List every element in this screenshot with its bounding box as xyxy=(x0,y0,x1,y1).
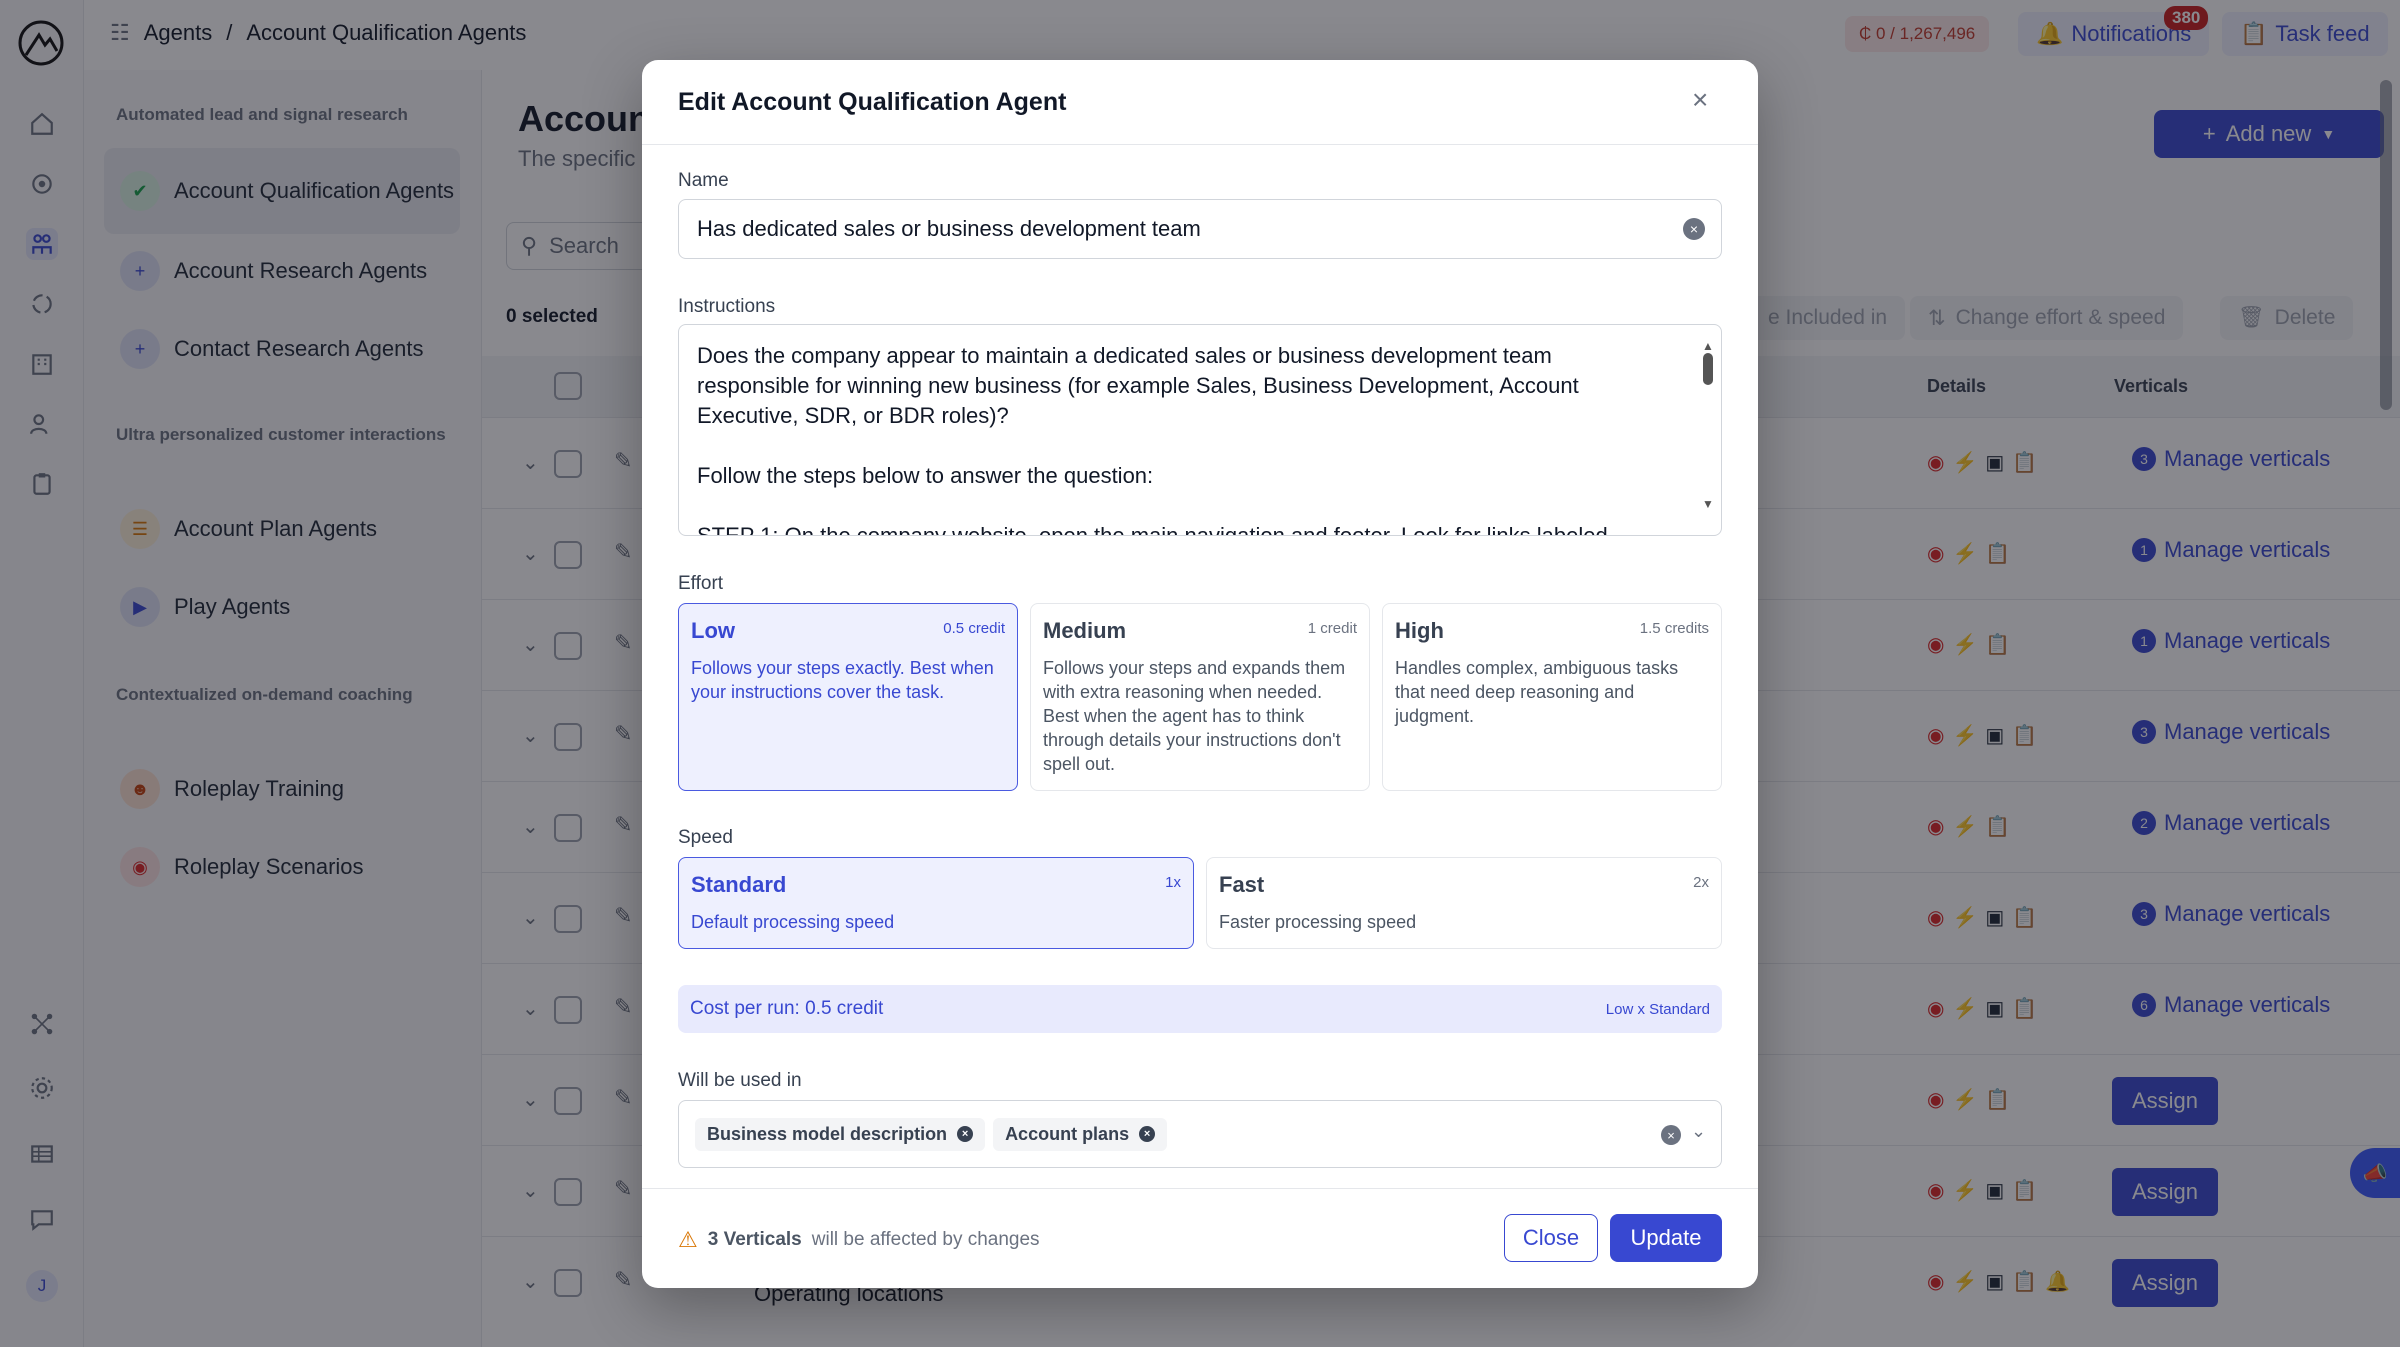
edit-agent-dialog: Edit Account Qualification Agent × Name … xyxy=(642,60,1758,1288)
name-field[interactable]: Has dedicated sales or business developm… xyxy=(678,199,1722,259)
dialog-header: Edit Account Qualification Agent × xyxy=(642,60,1758,145)
effort-label: Effort xyxy=(678,573,724,594)
warning-text: will be affected by changes xyxy=(811,1229,1040,1250)
scroll-down-icon[interactable]: ▼ xyxy=(1702,489,1714,519)
effort-desc: Follows your steps exactly. Best when yo… xyxy=(691,658,994,702)
scroll-thumb[interactable] xyxy=(1703,353,1713,385)
name-value: Has dedicated sales or business developm… xyxy=(697,216,1201,241)
close-button[interactable]: Close xyxy=(1504,1214,1598,1262)
used-in-chip: Account plans × xyxy=(993,1117,1168,1151)
instructions-line: responsible for winning new business (fo… xyxy=(697,373,1579,398)
name-label: Name xyxy=(678,170,729,191)
effort-desc: Follows your steps and expands them with… xyxy=(1043,658,1346,774)
warning-icon: ⚠ xyxy=(678,1227,698,1252)
dialog-title: Edit Account Qualification Agent xyxy=(678,88,1067,116)
effort-option-medium[interactable]: Medium 1 credit Follows your steps and e… xyxy=(1030,603,1370,791)
instructions-textarea[interactable]: Does the company appear to maintain a de… xyxy=(678,324,1722,536)
chip-label: Account plans xyxy=(1005,1123,1130,1144)
effort-desc: Handles complex, ambiguous tasks that ne… xyxy=(1395,658,1679,726)
clear-all-icon[interactable]: × xyxy=(1661,1125,1681,1145)
speed-label: Speed xyxy=(678,827,733,848)
instructions-label: Instructions xyxy=(678,296,776,317)
clear-icon[interactable]: × xyxy=(1683,218,1705,240)
speed-desc: Faster processing speed xyxy=(1219,912,1417,932)
dialog-footer: ⚠ 3 Verticals will be affected by change… xyxy=(642,1188,1758,1288)
used-in-select[interactable]: Business model description × Account plan… xyxy=(678,1100,1722,1168)
instructions-line: Does the company appear to maintain a de… xyxy=(697,343,1552,368)
instructions-line: Executive, SDR, or BDR roles)? xyxy=(697,403,1009,428)
instructions-line: STEP 1: On the company website, open the… xyxy=(697,523,1608,536)
speed-title: Standard xyxy=(691,872,787,897)
chip-label: Business model description xyxy=(707,1123,948,1144)
cost-per-run-banner: Cost per run: 0.5 credit Low x Standard xyxy=(678,985,1722,1033)
effort-option-high[interactable]: High 1.5 credits Handles complex, ambigu… xyxy=(1382,603,1722,791)
used-in-chip: Business model description × xyxy=(695,1117,986,1151)
speed-option-fast[interactable]: Fast 2x Faster processing speed xyxy=(1206,857,1722,949)
effort-cost: 0.5 credit xyxy=(943,620,1005,637)
cost-formula: Low x Standard xyxy=(1605,1000,1710,1018)
speed-title: Fast xyxy=(1219,872,1265,897)
speed-mult: 2x xyxy=(1693,874,1709,891)
cost-text: Cost per run: 0.5 credit xyxy=(690,998,884,1019)
effort-cost: 1.5 credits xyxy=(1639,620,1709,637)
textarea-scrollbar[interactable]: ▲ ▼ xyxy=(1701,331,1715,519)
app-root: J ☷ Agents / Account Qualification Agent… xyxy=(0,0,2400,1347)
used-in-label: Will be used in xyxy=(678,1070,802,1091)
speed-mult: 1x xyxy=(1165,874,1181,891)
remove-chip-icon[interactable]: × xyxy=(957,1126,974,1142)
effort-option-low[interactable]: Low 0.5 credit Follows your steps exactl… xyxy=(678,603,1018,791)
chevron-down-icon[interactable]: ⌄ xyxy=(1691,1121,1706,1142)
warning-bold: 3 Verticals xyxy=(707,1229,802,1250)
speed-desc: Default processing speed xyxy=(691,912,895,932)
effort-cost: 1 credit xyxy=(1307,620,1357,637)
update-button[interactable]: Update xyxy=(1610,1214,1722,1262)
close-icon[interactable]: × xyxy=(1692,84,1708,116)
instructions-line: Follow the steps below to answer the que… xyxy=(697,463,1154,488)
remove-chip-icon[interactable]: × xyxy=(1139,1126,1156,1142)
speed-option-standard[interactable]: Standard 1x Default processing speed xyxy=(678,857,1194,949)
warning-message: ⚠ 3 Verticals will be affected by change… xyxy=(678,1227,1040,1253)
